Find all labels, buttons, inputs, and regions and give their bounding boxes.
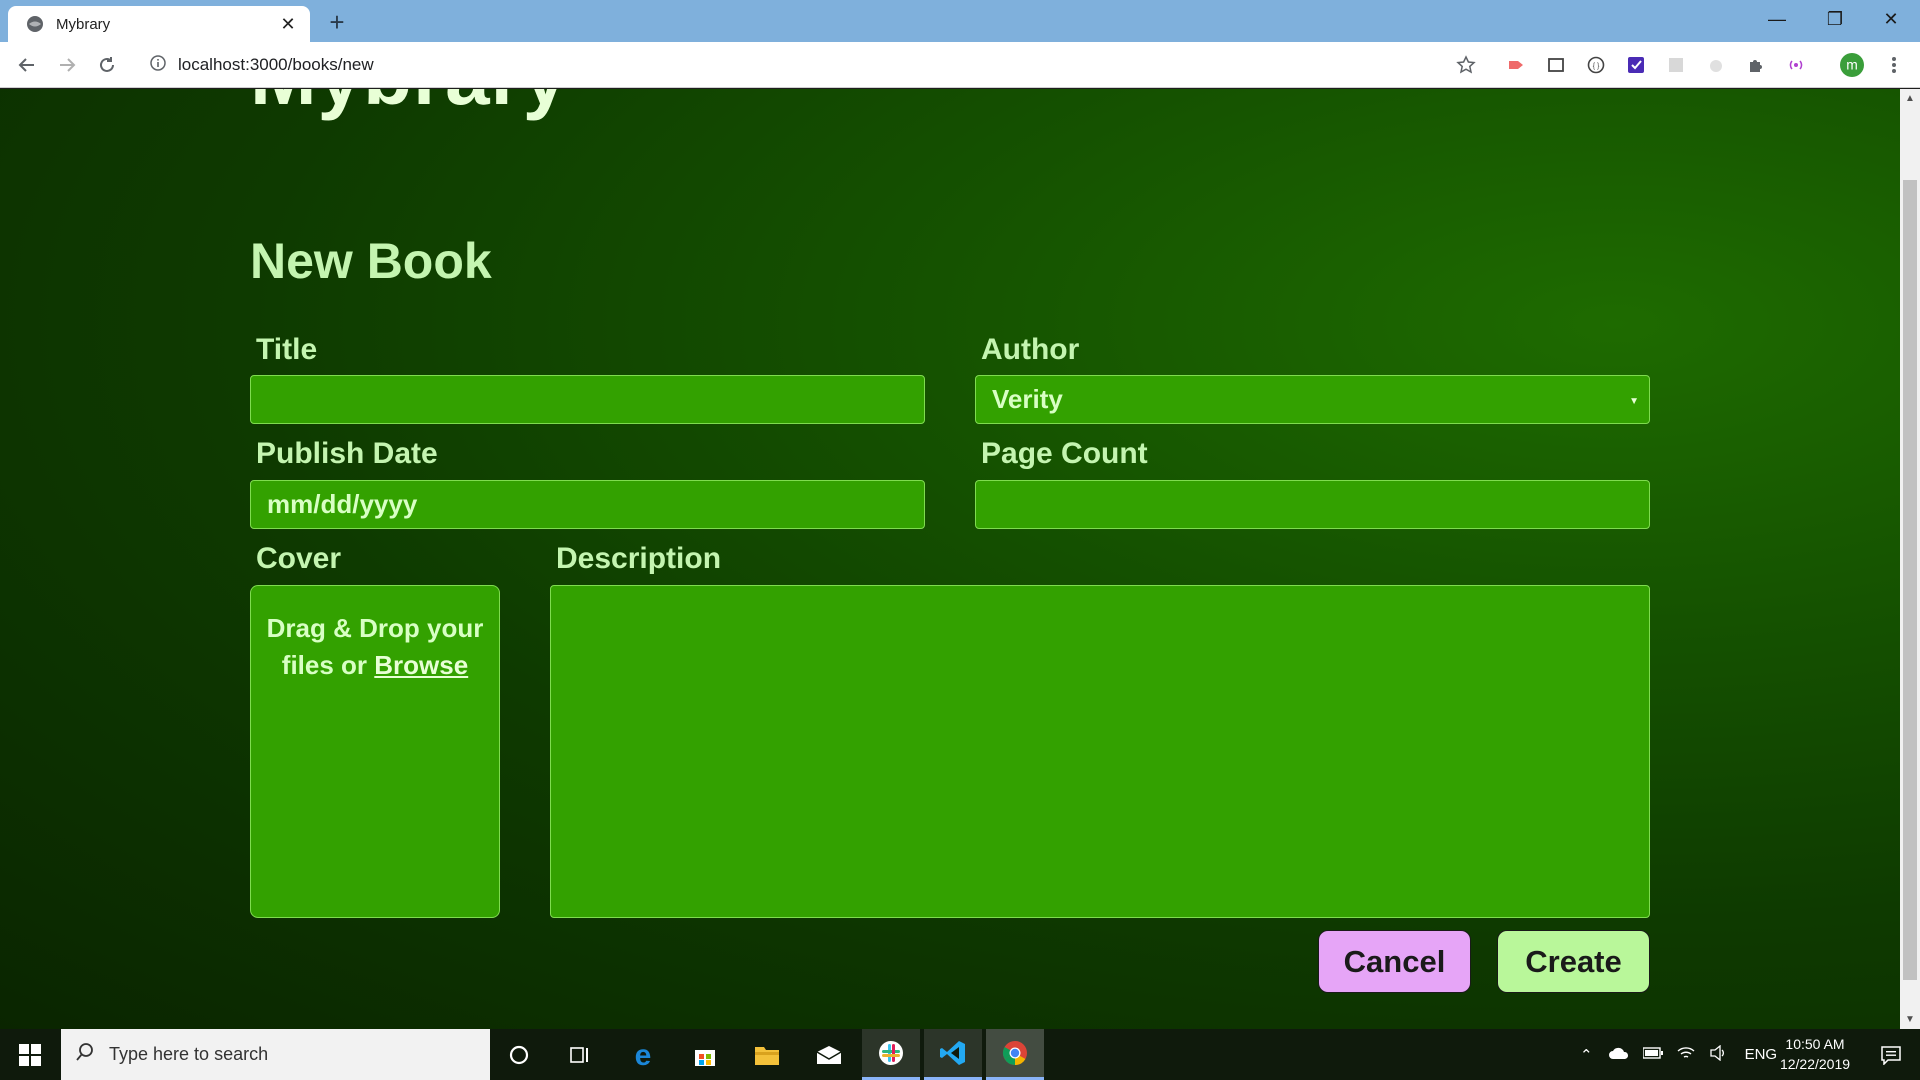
title-label: Title [256,333,318,366]
scroll-down-icon[interactable]: ▼ [1904,1014,1916,1026]
edge-icon[interactable]: e [614,1029,672,1080]
minimize-icon[interactable]: — [1748,0,1806,38]
brand-logo: Mybrary [250,89,568,123]
clock-time: 10:50 AM [1785,1036,1845,1052]
svg-text:m: m [1846,57,1858,73]
task-view-icon[interactable] [551,1029,609,1080]
page-count-input[interactable] [975,480,1650,529]
taskbar-clock[interactable]: 10:50 AM 12/22/2019 [1770,1034,1860,1074]
description-label: Description [556,542,722,575]
mail-icon[interactable] [800,1029,858,1080]
publish-date-input[interactable]: mm/dd/yyyy [250,480,925,529]
forward-icon[interactable] [52,50,82,80]
globe-icon [26,15,44,33]
create-button[interactable]: Create [1497,930,1650,993]
chrome-icon[interactable] [986,1029,1044,1080]
new-tab-button[interactable]: + [322,7,352,37]
extension-icon[interactable] [1504,53,1528,77]
back-icon[interactable] [12,50,42,80]
tab-strip: Mybrary ✕ + — ❐ ✕ [0,0,1920,42]
svg-text:e: e [635,1041,652,1069]
tab-title: Mybrary [56,15,111,33]
page-viewport: Mybrary New Book Title Author Verity ▼ P… [0,89,1900,1029]
url-text: localhost:3000/books/new [178,55,374,74]
file-explorer-icon[interactable] [738,1029,796,1080]
cover-drop-text: Drag & Drop your files or Browse [251,610,499,684]
store-icon[interactable] [676,1029,734,1080]
page-count-label: Page Count [981,437,1148,470]
battery-icon[interactable] [1641,1046,1663,1063]
publish-date-label: Publish Date [256,437,438,470]
restore-icon[interactable]: ❐ [1806,0,1864,38]
volume-icon[interactable] [1709,1044,1727,1065]
slack-icon[interactable] [862,1029,920,1080]
chevron-up-icon[interactable]: ⌃ [1580,1046,1593,1064]
scroll-up-icon[interactable]: ▲ [1904,93,1916,105]
description-textarea[interactable] [550,585,1650,918]
system-tray: ⌃ ENG [1580,1029,1777,1080]
info-icon[interactable] [150,54,166,76]
wifi-icon[interactable] [1677,1045,1695,1065]
profile-avatar-icon[interactable]: m [1840,53,1864,77]
title-input[interactable] [250,375,925,424]
notification-icon[interactable] [1862,1029,1920,1080]
browser-tab[interactable]: Mybrary ✕ [8,6,310,42]
address-bar[interactable]: localhost:3000/books/new [140,48,1490,82]
close-tab-icon[interactable]: ✕ [278,14,298,34]
search-icon [75,1042,95,1067]
author-select[interactable]: Verity ▼ [975,375,1650,424]
close-window-icon[interactable]: ✕ [1862,0,1920,38]
vscode-icon[interactable] [924,1029,982,1080]
windows-start-icon[interactable] [0,1029,60,1080]
taskbar-search-box[interactable]: Type here to search [61,1029,490,1080]
scrollbar-thumb[interactable] [1903,180,1917,980]
chevron-down-icon: ▼ [1629,396,1639,407]
windows-taskbar: Type here to search e ⌃ ENG 10:50 AM 12/… [0,1029,1920,1080]
cover-dropzone[interactable]: Drag & Drop your files or Browse [250,585,500,918]
search-placeholder: Type here to search [109,1044,269,1064]
publish-date-placeholder: mm/dd/yyyy [267,489,418,519]
broadcast-icon[interactable] [1784,53,1808,77]
browse-link[interactable]: Browse [374,650,468,680]
browser-toolbar: localhost:3000/books/new { } m [0,42,1920,88]
onedrive-icon[interactable] [1608,1046,1629,1063]
reload-icon[interactable] [92,50,122,80]
cancel-button[interactable]: Cancel [1318,930,1471,993]
grid-extension-icon[interactable] [1664,53,1688,77]
menu-kebab-icon[interactable] [1882,53,1906,77]
cover-label: Cover [256,542,342,575]
page-title: New Book [250,233,492,289]
cortana-icon[interactable] [490,1029,548,1080]
svg-text:{ }: { } [1593,63,1600,70]
cat-extension-icon[interactable] [1704,53,1728,77]
devtools-icon[interactable]: { } [1584,53,1608,77]
author-selected-value: Verity [992,384,1063,414]
screenshot-icon[interactable] [1544,53,1568,77]
clock-date: 12/22/2019 [1779,1056,1851,1072]
author-label: Author [981,333,1080,366]
checkbox-extension-icon[interactable] [1624,53,1648,77]
bookmark-star-icon[interactable] [1454,53,1478,77]
puzzle-icon[interactable] [1744,53,1768,77]
